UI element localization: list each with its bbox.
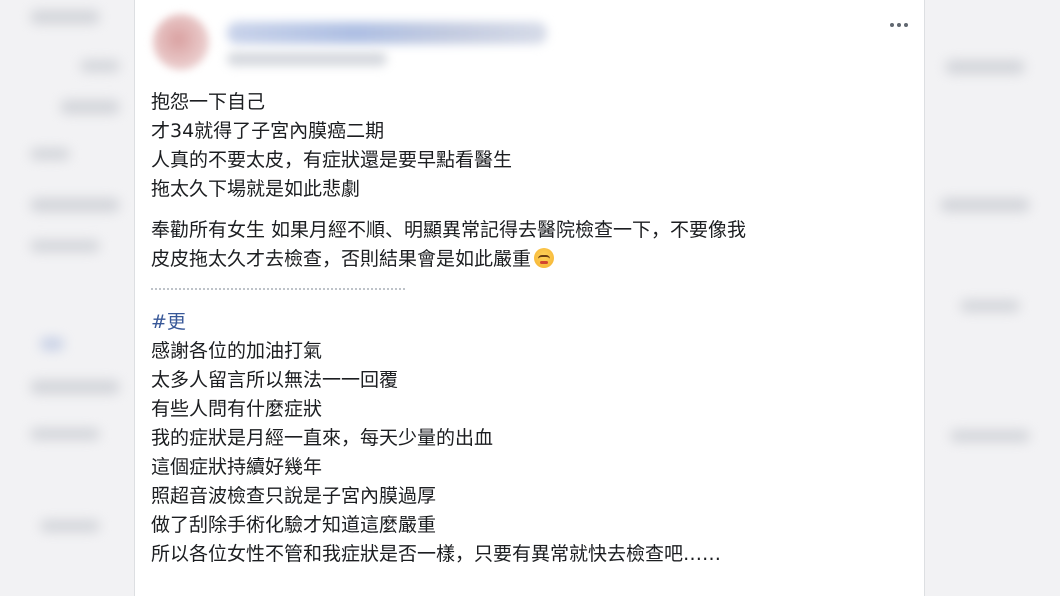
body-line: 皮皮拖太久才去檢查，否則結果會是如此嚴重	[151, 248, 532, 270]
hashtag-link[interactable]: #更	[151, 308, 911, 337]
body-line: 奉勸所有女生 如果月經不順、明顯異常記得去醫院檢查一下，不要像我	[151, 219, 747, 241]
body-line: 這個症狀持續好幾年	[151, 456, 323, 478]
body-line: 所以各位女性不管和我症狀是否一樣，只要有異常就快去檢查吧……	[151, 543, 722, 565]
body-line: 有些人問有什麼症狀	[151, 398, 323, 420]
body-line: 做了刮除手術化驗才知道這麼嚴重	[151, 514, 437, 536]
dotted-divider	[151, 288, 405, 290]
body-line: 才34就得了子宮內膜癌二期	[151, 120, 385, 142]
dot	[897, 23, 901, 27]
body-line-with-emoji: 皮皮拖太久才去檢查，否則結果會是如此嚴重	[151, 245, 911, 274]
body-line: 抱怨一下自己	[151, 91, 266, 113]
body-line: 感謝各位的加油打氣	[151, 340, 323, 362]
post-meta-blurred	[227, 52, 387, 66]
post-header	[135, 0, 924, 86]
more-options-icon[interactable]	[884, 14, 914, 36]
post-card: 抱怨一下自己 才34就得了子宮內膜癌二期 人真的不要太皮，有症狀還是要早點看醫生…	[134, 0, 925, 596]
author-name-blurred[interactable]	[227, 22, 547, 44]
body-line: 照超音波檢查只說是子宮內膜過厚	[151, 485, 437, 507]
body-line: 太多人留言所以無法一一回覆	[151, 369, 399, 391]
tired-face-emoji-icon	[534, 248, 555, 268]
avatar[interactable]	[153, 14, 209, 70]
body-line: 人真的不要太皮，有症狀還是要早點看醫生	[151, 149, 513, 171]
dot	[904, 23, 908, 27]
dot	[890, 23, 894, 27]
body-line: 我的症狀是月經一直來，每天少量的出血	[151, 427, 494, 449]
body-line: 拖太久下場就是如此悲劇	[151, 178, 361, 200]
post-body: 抱怨一下自己 才34就得了子宮內膜癌二期 人真的不要太皮，有症狀還是要早點看醫生…	[151, 88, 911, 569]
